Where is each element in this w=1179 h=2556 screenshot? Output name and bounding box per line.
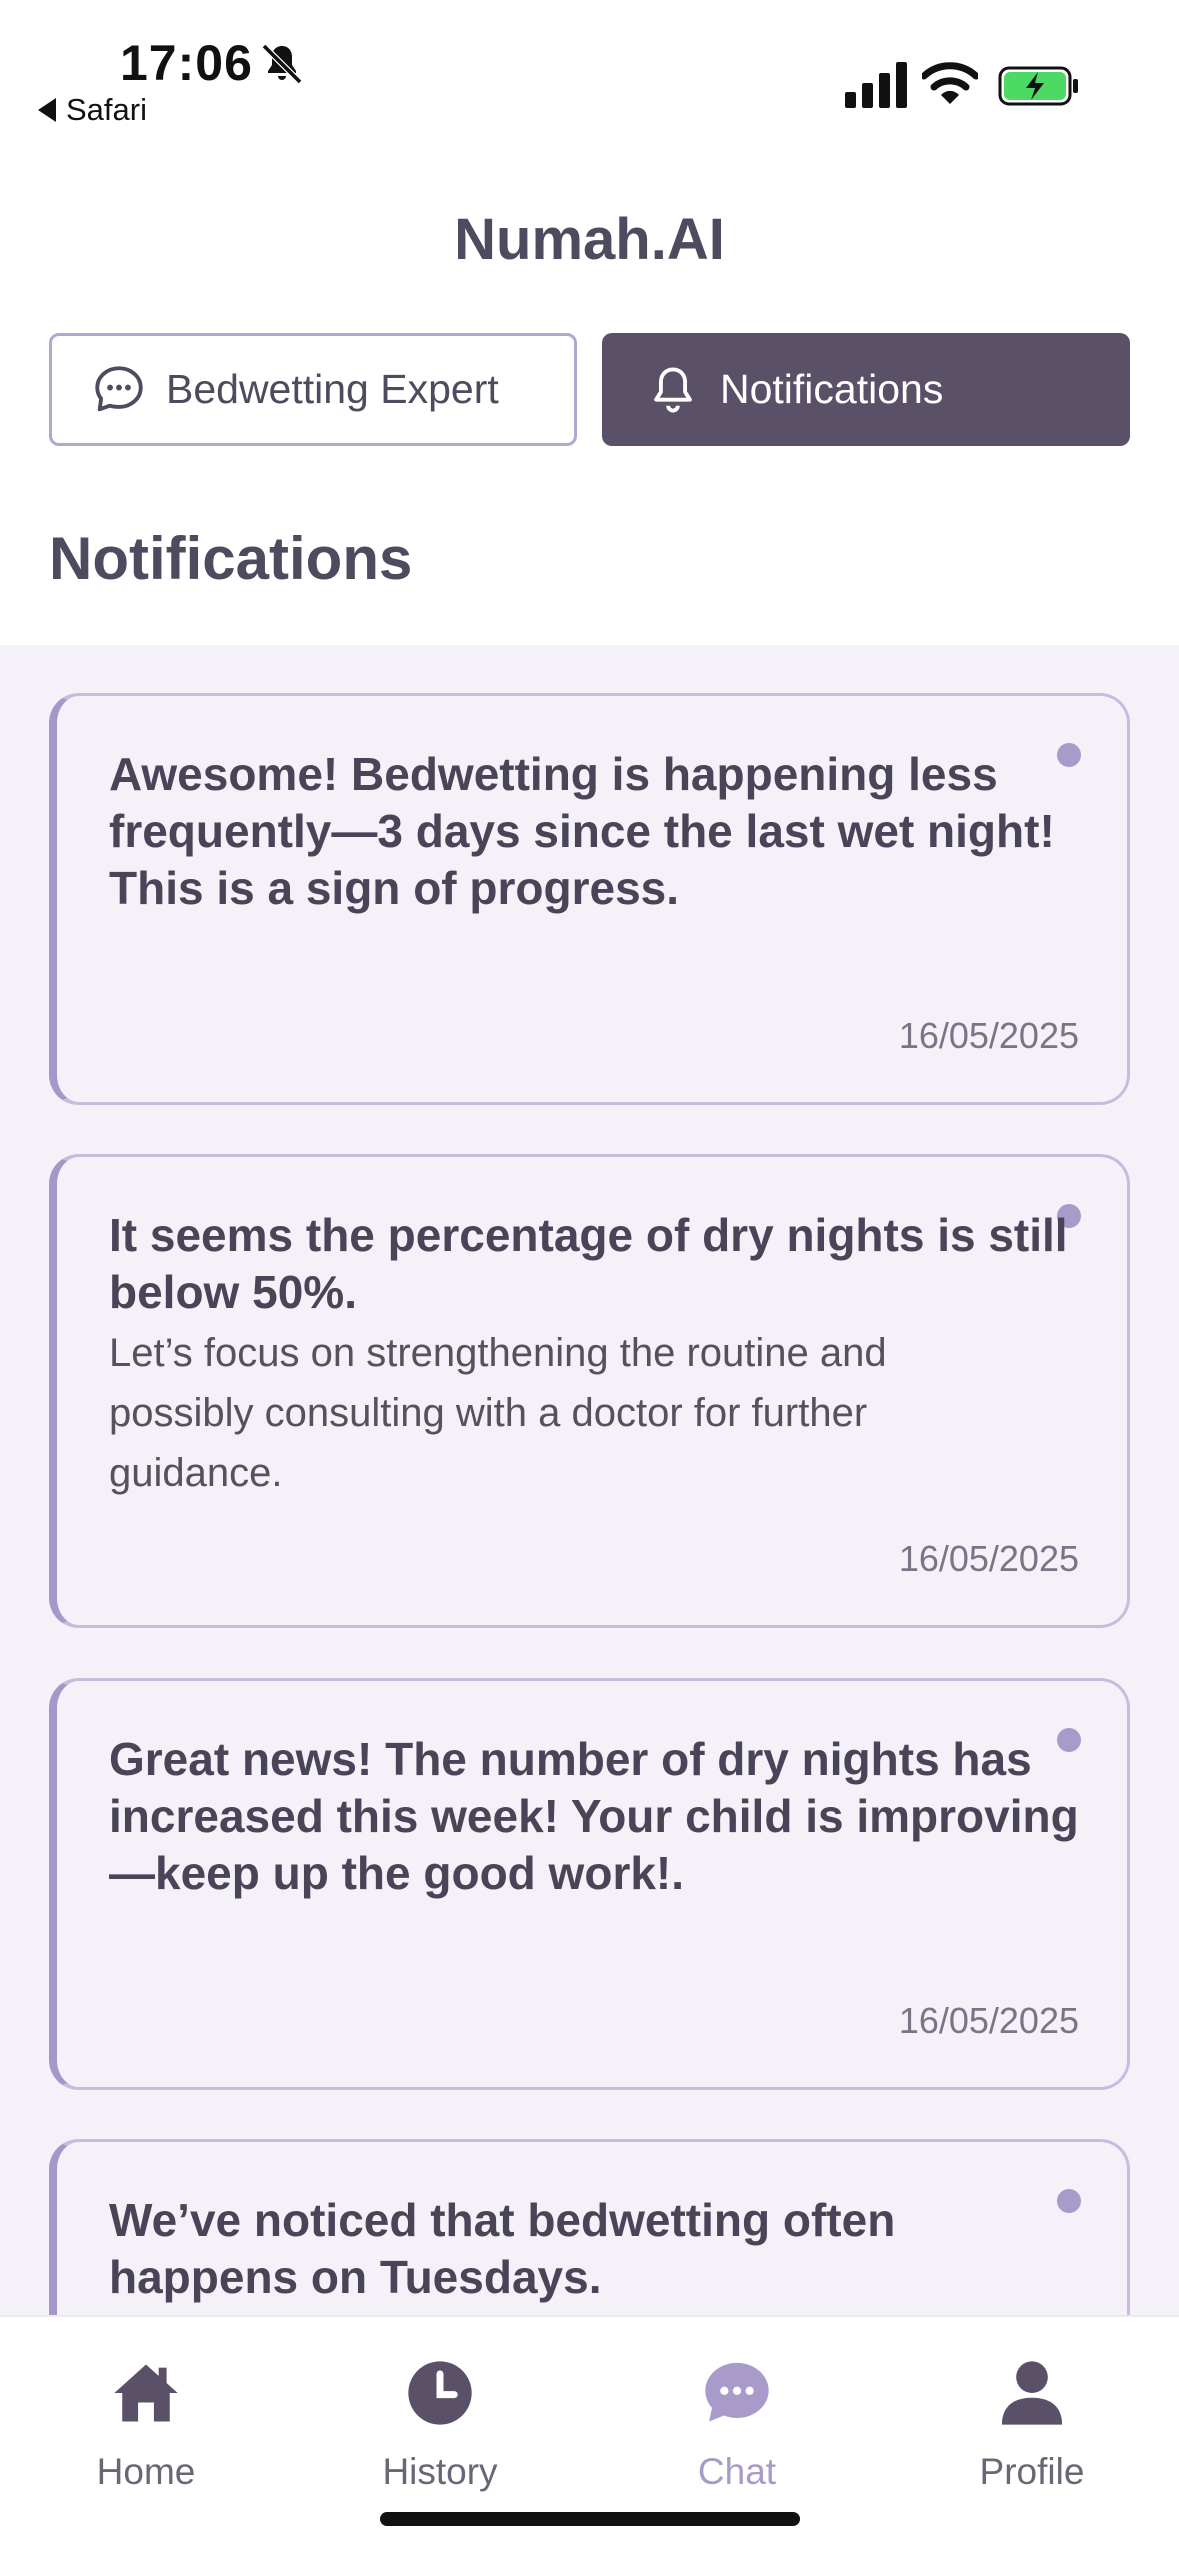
app-title: Numah.AI <box>454 207 725 272</box>
chat-bubble-icon <box>95 365 143 411</box>
tab-label: Bedwetting Expert <box>166 366 499 412</box>
nav-home[interactable]: Home <box>26 2355 266 2493</box>
cellular-signal-icon <box>845 62 907 108</box>
nav-label: Home <box>96 2451 196 2492</box>
notification-date: 16/05/2025 <box>898 1015 1079 1056</box>
notification-title: Awesome! Bedwetting is happening less fr… <box>109 748 1055 914</box>
nav-label: History <box>382 2451 498 2492</box>
nav-chat[interactable]: Chat <box>617 2355 857 2493</box>
notification-date: 16/05/2025 <box>898 1538 1079 1579</box>
nav-label: Chat <box>697 2451 777 2492</box>
nav-profile[interactable]: Profile <box>912 2355 1152 2493</box>
home-indicator[interactable] <box>380 2512 800 2526</box>
back-arrow-icon <box>38 98 56 122</box>
notification-card[interactable]: It seems the percentage of dry nights is… <box>49 1154 1130 1628</box>
notification-title: We’ve noticed that bedwetting often happ… <box>109 2194 896 2303</box>
notifications-screen: 17:06 Safari Numah.AI Bedwetting Expert … <box>0 0 1179 2556</box>
notifications-list[interactable]: Awesome! Bedwetting is happening less fr… <box>0 645 1179 2315</box>
notification-card[interactable]: Awesome! Bedwetting is happening less fr… <box>49 693 1130 1105</box>
home-icon <box>114 2364 178 2422</box>
tab-bedwetting-expert[interactable]: Bedwetting Expert <box>49 333 577 446</box>
tab-label: Notifications <box>720 366 944 412</box>
back-to-safari-link[interactable]: Safari <box>38 92 147 128</box>
notification-date: 16/05/2025 <box>898 2000 1079 2041</box>
section-title: Notifications <box>49 525 413 592</box>
person-icon <box>1001 2361 1063 2425</box>
status-bar: 17:06 Safari <box>0 0 1179 150</box>
chat-icon <box>705 2362 769 2422</box>
tab-notifications[interactable]: Notifications <box>602 333 1130 446</box>
notification-card[interactable]: Great news! The number of dry nights has… <box>49 1678 1130 2090</box>
back-app-label: Safari <box>66 92 147 127</box>
nav-label: Profile <box>979 2451 1085 2492</box>
notification-body: Let’s focus on strengthening the routine… <box>109 1331 887 1495</box>
notification-card[interactable]: We’ve noticed that bedwetting often happ… <box>49 2139 1130 2315</box>
bell-icon <box>654 367 692 412</box>
bell-slash-icon <box>261 43 303 85</box>
nav-history[interactable]: History <box>320 2355 560 2493</box>
status-time: 17:06 <box>120 35 253 91</box>
notification-title: It seems the percentage of dry nights is… <box>109 1209 1068 1318</box>
battery-charging-icon <box>998 66 1078 106</box>
wifi-icon <box>922 62 978 104</box>
notification-title: Great news! The number of dry nights has… <box>109 1733 1079 1899</box>
clock-icon <box>408 2361 472 2425</box>
